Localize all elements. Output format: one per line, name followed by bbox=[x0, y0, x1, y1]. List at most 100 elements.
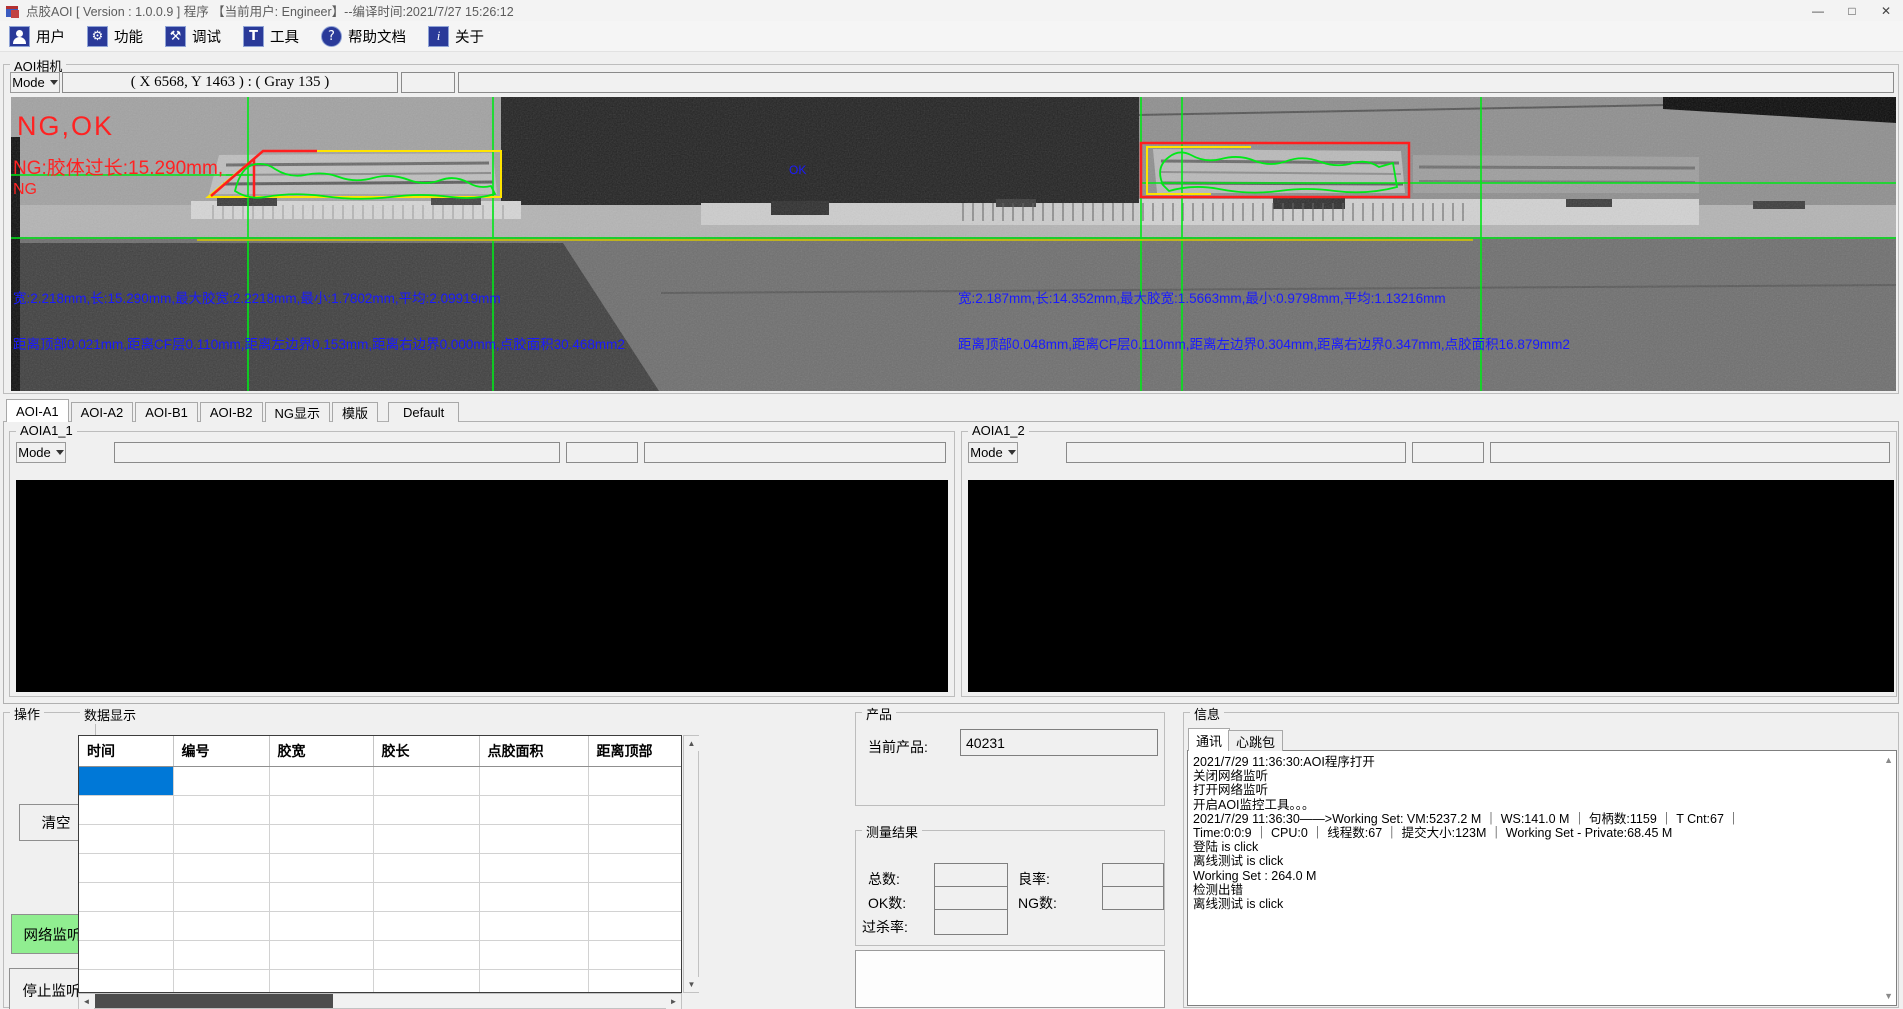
scroll-down-icon[interactable]: ▼ bbox=[684, 977, 699, 992]
camera-mode-dropdown[interactable]: Mode bbox=[10, 72, 60, 93]
close-button[interactable]: ✕ bbox=[1869, 0, 1903, 21]
table-cell[interactable] bbox=[588, 853, 681, 882]
table-cell[interactable] bbox=[79, 969, 173, 993]
table-cell[interactable] bbox=[479, 795, 588, 824]
table-cell[interactable] bbox=[373, 911, 479, 940]
table-row[interactable] bbox=[79, 795, 681, 824]
camera-coords-field[interactable]: ( X 6568, Y 1463 ) : ( Gray 135 ) bbox=[62, 72, 398, 93]
col-id[interactable]: 编号 bbox=[173, 736, 269, 766]
aoia1-1-field-2[interactable] bbox=[566, 442, 638, 463]
table-cell[interactable] bbox=[588, 969, 681, 993]
ok-count-field[interactable] bbox=[934, 886, 1008, 910]
table-cell[interactable] bbox=[479, 853, 588, 882]
table-row[interactable] bbox=[79, 940, 681, 969]
tab-default[interactable]: Default bbox=[388, 402, 459, 422]
table-cell[interactable] bbox=[479, 824, 588, 853]
table-row[interactable] bbox=[79, 853, 681, 882]
table-cell[interactable] bbox=[373, 882, 479, 911]
tab-heartbeat[interactable]: 心跳包 bbox=[1228, 730, 1283, 751]
col-glue-area[interactable]: 点胶面积 bbox=[479, 736, 588, 766]
aoia1-2-mode-dropdown[interactable]: Mode bbox=[968, 442, 1018, 463]
col-time[interactable]: 时间 bbox=[79, 736, 173, 766]
table-cell[interactable] bbox=[79, 824, 173, 853]
table-cell[interactable] bbox=[173, 940, 269, 969]
table-cell[interactable] bbox=[479, 940, 588, 969]
col-dist-top[interactable]: 距离顶部 bbox=[588, 736, 681, 766]
table-cell[interactable] bbox=[173, 853, 269, 882]
table-cell[interactable] bbox=[588, 911, 681, 940]
table-cell[interactable] bbox=[588, 824, 681, 853]
aoia1-2-image-view[interactable] bbox=[968, 480, 1894, 692]
table-cell[interactable] bbox=[79, 795, 173, 824]
aoia1-1-field-1[interactable] bbox=[114, 442, 560, 463]
table-cell[interactable] bbox=[588, 940, 681, 969]
toolbar-item-user[interactable]: 用户 bbox=[9, 26, 65, 47]
minimize-button[interactable]: — bbox=[1801, 0, 1835, 21]
table-row[interactable] bbox=[79, 882, 681, 911]
toolbar-item-function[interactable]: ⚙ 功能 bbox=[87, 26, 143, 47]
maximize-button[interactable]: □ bbox=[1835, 0, 1869, 21]
table-cell[interactable] bbox=[269, 911, 373, 940]
camera-image-view[interactable]: NG,OK NG:胶体过长:15.290mm, NG OK 宽:2.218mm,… bbox=[11, 97, 1896, 391]
camera-field-long[interactable] bbox=[458, 72, 1894, 93]
table-cell[interactable] bbox=[269, 940, 373, 969]
table-hscrollbar[interactable]: ◄ ► bbox=[78, 993, 682, 1009]
ng-count-field[interactable] bbox=[1102, 886, 1164, 910]
tab-comm[interactable]: 通讯 bbox=[1188, 728, 1230, 751]
col-glue-length[interactable]: 胶长 bbox=[373, 736, 479, 766]
aoia1-1-mode-dropdown[interactable]: Mode bbox=[16, 442, 66, 463]
table-row[interactable] bbox=[79, 969, 681, 993]
log-scroll-down-icon[interactable]: ▼ bbox=[1884, 991, 1893, 1001]
table-cell[interactable] bbox=[79, 882, 173, 911]
table-cell[interactable] bbox=[479, 766, 588, 795]
table-cell[interactable] bbox=[373, 824, 479, 853]
scroll-right-icon[interactable]: ► bbox=[666, 994, 681, 1009]
aoia1-2-field-1[interactable] bbox=[1066, 442, 1406, 463]
aoia1-2-field-3[interactable] bbox=[1490, 442, 1890, 463]
toolbar-item-debug[interactable]: ⚒ 调试 bbox=[165, 26, 221, 47]
table-cell[interactable] bbox=[479, 911, 588, 940]
toolbar-item-about[interactable]: i 关于 bbox=[428, 26, 484, 47]
table-cell[interactable] bbox=[588, 882, 681, 911]
current-product-field[interactable]: 40231 bbox=[960, 729, 1158, 756]
table-cell[interactable] bbox=[173, 795, 269, 824]
tab-aoi-a2[interactable]: AOI-A2 bbox=[71, 402, 134, 422]
tab-aoi-a1[interactable]: AOI-A1 bbox=[6, 399, 69, 422]
tab-aoi-b1[interactable]: AOI-B1 bbox=[135, 402, 198, 422]
table-cell[interactable] bbox=[373, 969, 479, 993]
aoia1-1-field-3[interactable] bbox=[644, 442, 946, 463]
table-cell[interactable] bbox=[373, 766, 479, 795]
table-cell[interactable] bbox=[479, 882, 588, 911]
table-row[interactable] bbox=[79, 824, 681, 853]
toolbar-item-tools[interactable]: T 工具 bbox=[243, 26, 299, 47]
table-cell[interactable] bbox=[269, 824, 373, 853]
aoia1-2-field-2[interactable] bbox=[1412, 442, 1484, 463]
scroll-left-icon[interactable]: ◄ bbox=[79, 994, 94, 1009]
table-cell[interactable] bbox=[79, 766, 173, 795]
table-cell[interactable] bbox=[173, 824, 269, 853]
camera-field-small[interactable] bbox=[401, 72, 455, 93]
table-cell[interactable] bbox=[373, 853, 479, 882]
hscroll-thumb[interactable] bbox=[95, 994, 333, 1008]
table-cell[interactable] bbox=[79, 911, 173, 940]
table-cell[interactable] bbox=[269, 969, 373, 993]
table-cell[interactable] bbox=[269, 766, 373, 795]
table-cell[interactable] bbox=[173, 766, 269, 795]
table-cell[interactable] bbox=[588, 766, 681, 795]
tab-ng-display[interactable]: NG显示 bbox=[265, 402, 331, 422]
tab-template[interactable]: 模版 bbox=[332, 402, 378, 422]
table-cell[interactable] bbox=[173, 911, 269, 940]
table-cell[interactable] bbox=[79, 853, 173, 882]
table-cell[interactable] bbox=[588, 795, 681, 824]
table-cell[interactable] bbox=[79, 940, 173, 969]
log-scroll-up-icon[interactable]: ▲ bbox=[1884, 755, 1893, 765]
table-row[interactable] bbox=[79, 766, 681, 795]
table-cell[interactable] bbox=[269, 853, 373, 882]
tab-aoi-b2[interactable]: AOI-B2 bbox=[200, 402, 263, 422]
overkill-field[interactable] bbox=[934, 909, 1008, 935]
table-cell[interactable] bbox=[269, 882, 373, 911]
table-vscrollbar[interactable]: ▲ ▼ bbox=[683, 735, 699, 993]
table-cell[interactable] bbox=[173, 969, 269, 993]
table-cell[interactable] bbox=[173, 882, 269, 911]
scroll-up-icon[interactable]: ▲ bbox=[684, 736, 699, 751]
